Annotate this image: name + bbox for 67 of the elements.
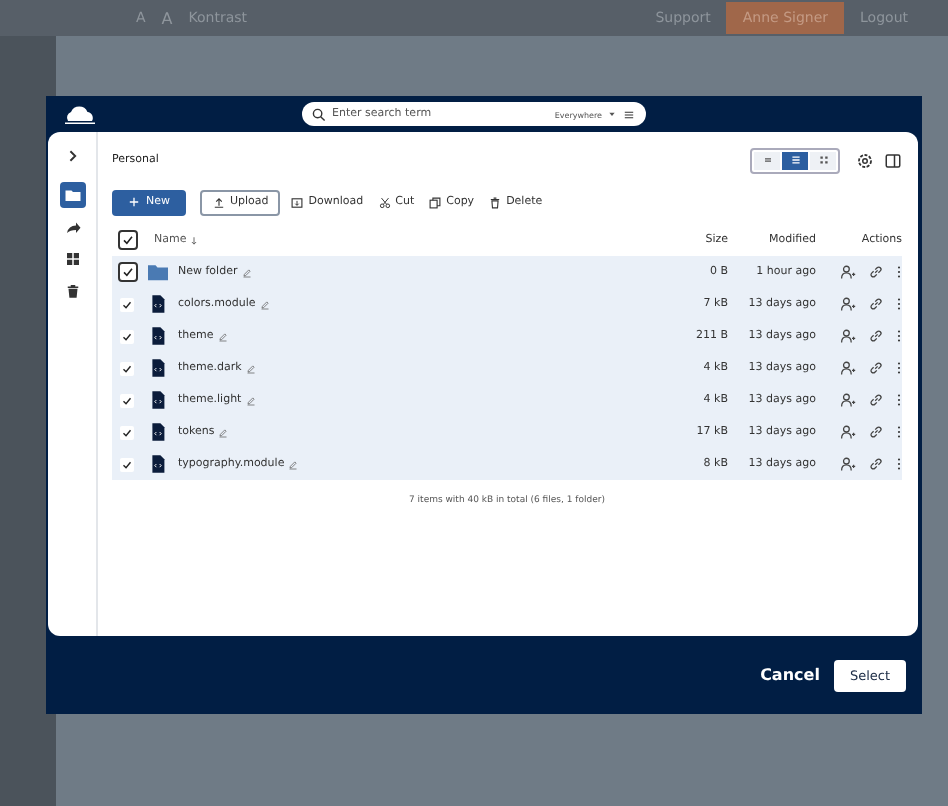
code-file-icon	[150, 358, 166, 378]
download-icon	[290, 195, 305, 209]
link-icon[interactable]	[868, 424, 884, 440]
row-checkbox[interactable]	[120, 457, 134, 471]
list-icon	[761, 154, 773, 166]
share-person-icon[interactable]	[840, 328, 856, 344]
checkmark-icon	[120, 393, 134, 407]
checkmark-icon	[120, 361, 134, 375]
link-icon[interactable]	[868, 328, 884, 344]
cloud-logo-icon	[62, 103, 98, 125]
tiles-icon	[817, 154, 829, 166]
cancel-button[interactable]: Cancel	[760, 666, 820, 684]
sort-arrow-icon[interactable]	[190, 235, 199, 245]
trash-icon	[488, 195, 503, 209]
nav-button[interactable]	[59, 182, 85, 208]
list-icon	[789, 154, 801, 166]
link-icon[interactable]	[868, 360, 884, 376]
view-mode-button[interactable]	[810, 151, 836, 169]
plus-icon	[128, 196, 140, 208]
row-checkbox[interactable]	[118, 262, 138, 282]
rename-icon[interactable]	[245, 363, 256, 373]
checkmark-icon	[120, 329, 134, 343]
share-person-icon[interactable]	[840, 296, 856, 312]
caret-icon[interactable]	[608, 110, 616, 118]
share-arrow-icon	[63, 218, 81, 236]
view-mode-button[interactable]	[782, 151, 808, 169]
upload-icon	[212, 195, 226, 209]
link-icon[interactable]	[868, 296, 884, 312]
code-file-icon	[150, 390, 166, 410]
row-checkbox[interactable]	[120, 297, 134, 311]
code-file-icon	[150, 294, 166, 314]
rename-icon[interactable]	[245, 395, 256, 405]
link-icon[interactable]	[868, 392, 884, 408]
trash-icon	[63, 282, 81, 300]
search-icon	[312, 107, 326, 121]
checkmark-icon	[120, 297, 134, 311]
scissors-icon	[377, 195, 392, 209]
share-person-icon[interactable]	[840, 456, 856, 472]
link-icon[interactable]	[868, 264, 884, 280]
rename-icon[interactable]	[259, 299, 270, 309]
view-mode-button[interactable]	[754, 151, 780, 169]
code-file-icon	[150, 454, 166, 474]
row-checkbox[interactable]	[120, 329, 134, 343]
code-file-icon	[150, 326, 166, 346]
row-checkbox[interactable]	[120, 393, 134, 407]
grid-icon	[63, 250, 81, 268]
select-all-checkbox[interactable]	[118, 230, 138, 250]
expand-icon[interactable]	[64, 148, 80, 164]
folder-icon	[146, 262, 170, 282]
copy-icon	[428, 195, 443, 209]
rename-icon[interactable]	[241, 267, 252, 277]
checkmark-icon	[120, 457, 134, 471]
sidebar-toggle-icon[interactable]	[884, 151, 902, 169]
share-person-icon[interactable]	[840, 392, 856, 408]
share-person-icon[interactable]	[840, 424, 856, 440]
code-file-icon	[150, 422, 166, 442]
folder-icon	[63, 186, 81, 204]
link-icon[interactable]	[868, 456, 884, 472]
checkmark-icon	[120, 425, 134, 439]
share-person-icon[interactable]	[840, 264, 856, 280]
row-checkbox[interactable]	[120, 425, 134, 439]
settings-icon[interactable]	[856, 151, 874, 169]
rename-icon[interactable]	[218, 427, 229, 437]
rename-icon[interactable]	[288, 459, 299, 469]
row-checkbox[interactable]	[120, 361, 134, 375]
share-person-icon[interactable]	[840, 360, 856, 376]
rename-icon[interactable]	[217, 331, 228, 341]
